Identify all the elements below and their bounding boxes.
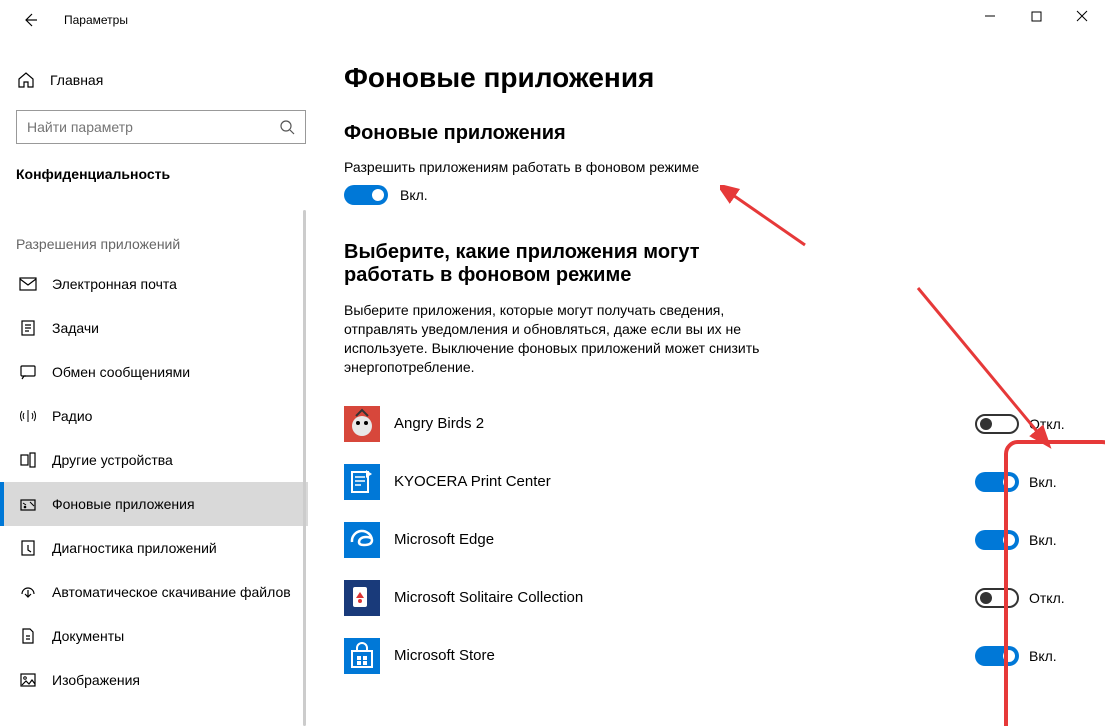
sidebar-item-7[interactable]: Автоматическое скачивание файлов [16,570,320,614]
sidebar-item-icon [18,582,38,602]
close-button[interactable] [1059,0,1105,32]
app-toggle[interactable] [975,588,1019,608]
app-toggle-label: Откл. [1029,416,1065,432]
app-row: Microsoft Edge Вкл. [344,511,1075,569]
sidebar-category: Конфиденциальность [16,166,320,182]
sidebar-item-icon [18,362,38,382]
sidebar-item-8[interactable]: Документы [16,614,320,658]
sidebar-item-label: Обмен сообщениями [52,364,190,380]
app-name: Angry Birds 2 [394,415,975,432]
sidebar-item-label: Фоновые приложения [52,496,195,512]
sidebar-item-icon [18,626,38,646]
app-icon [344,522,380,558]
section-heading-2: Выберите, какие приложения могут работат… [344,241,784,287]
sidebar-item-6[interactable]: Диагностика приложений [16,526,320,570]
sidebar-item-label: Задачи [52,320,99,336]
sidebar-item-icon [18,318,38,338]
app-toggle-label: Откл. [1029,590,1065,606]
sidebar-item-5[interactable]: Фоновые приложения [0,482,308,526]
sidebar-item-icon [18,494,38,514]
app-row: KYOCERA Print Center Вкл. [344,453,1075,511]
app-icon [344,464,380,500]
sidebar-item-1[interactable]: Задачи [16,306,320,350]
sidebar-item-0[interactable]: Электронная почта [16,262,320,306]
minimize-button[interactable] [967,0,1013,32]
app-name: KYOCERA Print Center [394,473,975,490]
sidebar-item-2[interactable]: Обмен сообщениями [16,350,320,394]
app-toggle[interactable] [975,414,1019,434]
app-toggle-label: Вкл. [1029,532,1057,548]
section-heading-1: Фоновые приложения [344,122,1075,145]
sidebar-item-label: Другие устройства [52,452,173,468]
window-title: Параметры [64,13,128,27]
app-row: Angry Birds 2 Откл. [344,395,1075,453]
sidebar-home-label: Главная [50,72,103,88]
sidebar-item-4[interactable]: Другие устройства [16,438,320,482]
sidebar-item-label: Радио [52,408,92,424]
sidebar-group-label: Разрешения приложений [16,236,320,252]
app-toggle[interactable] [975,646,1019,666]
sidebar-item-label: Диагностика приложений [52,540,217,556]
sidebar-item-label: Документы [52,628,124,644]
app-name: Microsoft Edge [394,531,975,548]
sidebar-item-icon [18,670,38,690]
sidebar-item-icon [18,450,38,470]
app-toggle[interactable] [975,530,1019,550]
sidebar-item-9[interactable]: Изображения [16,658,320,702]
sidebar-item-icon [18,274,38,294]
app-name: Microsoft Solitaire Collection [394,589,975,606]
app-name: Microsoft Store [394,647,975,664]
app-icon [344,580,380,616]
master-toggle[interactable] [344,185,388,205]
page-title: Фоновые приложения [344,62,1075,94]
sidebar-item-label: Автоматическое скачивание файлов [52,584,291,600]
section-desc: Выберите приложения, которые могут получ… [344,301,774,377]
back-button[interactable] [18,8,42,32]
app-row: Microsoft Store Вкл. [344,627,1075,685]
sidebar-item-icon [18,406,38,426]
app-icon [344,406,380,442]
sidebar-home[interactable]: Главная [16,60,320,100]
sidebar-item-label: Электронная почта [52,276,177,292]
section-text-1: Разрешить приложениям работать в фоновом… [344,159,774,175]
app-toggle-label: Вкл. [1029,648,1057,664]
app-toggle[interactable] [975,472,1019,492]
app-row: Microsoft Solitaire Collection Откл. [344,569,1075,627]
sidebar-item-3[interactable]: Радио [16,394,320,438]
app-icon [344,638,380,674]
sidebar-item-label: Изображения [52,672,140,688]
master-toggle-label: Вкл. [400,187,428,203]
search-field[interactable] [27,119,279,135]
sidebar-item-icon [18,538,38,558]
app-toggle-label: Вкл. [1029,474,1057,490]
home-icon [16,70,36,90]
maximize-button[interactable] [1013,0,1059,32]
search-icon [279,119,295,135]
search-input[interactable] [16,110,306,144]
